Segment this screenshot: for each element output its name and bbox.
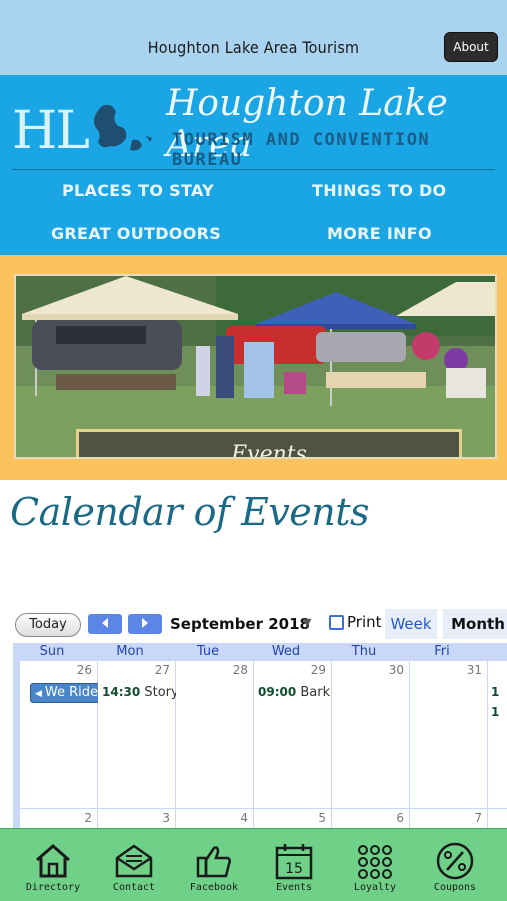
tab-facebook[interactable]: Facebook xyxy=(172,829,256,901)
next-month-button[interactable] xyxy=(128,614,162,634)
month-grid: 26 ◀ We Ride 27 14:30 Story 28 29 09:00 B… xyxy=(13,660,507,828)
events-photo: Events xyxy=(14,274,497,459)
nav-great-outdoors[interactable]: GREAT OUTDOORS xyxy=(51,224,221,243)
tab-label: Loyalty xyxy=(353,882,397,893)
tab-week[interactable]: Week xyxy=(385,609,437,639)
event-time: 1 xyxy=(491,705,500,719)
tab-coupons[interactable]: Coupons xyxy=(413,829,497,901)
prev-month-button[interactable] xyxy=(88,614,122,634)
date-number: 4 xyxy=(240,811,248,825)
event-title: Bark i xyxy=(300,685,331,700)
date-number: 3 xyxy=(162,811,170,825)
event-title: We Ride xyxy=(44,685,99,700)
event-entry-bark[interactable]: 09:00 Bark i xyxy=(258,685,331,700)
dots-grid-icon xyxy=(358,845,392,879)
day-header: Fri xyxy=(434,644,450,659)
tab-label: Contact xyxy=(112,882,156,893)
event-entry-partial[interactable]: 1 xyxy=(491,685,499,700)
day-header: Sun xyxy=(39,644,65,659)
calendar-day-number: 15 xyxy=(285,861,303,877)
calendar-icon: 15 xyxy=(275,844,313,880)
calendar-heading: Calendar of Events xyxy=(10,490,370,534)
day-header: Wed xyxy=(271,644,301,659)
nav-more-info[interactable]: MORE INFO xyxy=(327,224,432,243)
date-number: 29 xyxy=(310,663,326,677)
event-title: Story xyxy=(144,685,179,700)
chevron-left-icon xyxy=(102,618,108,628)
tab-month[interactable]: Month xyxy=(443,609,507,639)
event-chip-we-ride[interactable]: ◀ We Ride xyxy=(30,683,104,703)
logo-subtitle: TOURISM AND CONVENTION BUREAU xyxy=(172,130,431,170)
tab-events[interactable]: 15 Events xyxy=(252,829,336,901)
print-label: Print xyxy=(347,613,382,631)
day-header: Thu xyxy=(351,644,377,659)
day-cell-partial[interactable]: 1 1 xyxy=(488,661,507,808)
day-cell[interactable]: 30 xyxy=(332,661,409,808)
date-number: 5 xyxy=(318,811,326,825)
envelope-icon xyxy=(115,844,153,878)
date-number: 30 xyxy=(388,663,404,677)
events-banner[interactable]: Events xyxy=(0,255,507,480)
day-cell[interactable]: 28 xyxy=(176,661,253,808)
day-cell[interactable]: 4 xyxy=(176,809,253,828)
nav-places-to-stay[interactable]: PLACES TO STAY xyxy=(62,181,214,200)
tab-label: Facebook xyxy=(189,882,239,893)
events-label: Events xyxy=(76,429,462,457)
month-dropdown-icon[interactable]: ▼ xyxy=(303,616,311,629)
logo-initials: HL xyxy=(12,101,90,161)
percent-icon xyxy=(436,842,474,880)
date-number: 6 xyxy=(396,811,404,825)
day-cell-partial[interactable] xyxy=(488,809,507,828)
header-divider xyxy=(12,169,495,170)
header-banner: HL Houghton Lake Area TOURISM AND CONVEN… xyxy=(0,75,507,255)
day-header-row: Sun Mon Tue Wed Thu Fri xyxy=(13,643,507,660)
nav-things-to-do[interactable]: THINGS TO DO xyxy=(312,181,446,200)
home-icon xyxy=(36,844,70,878)
day-header: Mon xyxy=(116,644,144,659)
calendar-widget: Today September 2018 ▼ Print Week Month … xyxy=(0,600,507,828)
bottom-tab-bar: Directory Contact Facebook 15 Events Loy… xyxy=(0,828,507,901)
date-number: 28 xyxy=(232,663,248,677)
printer-icon xyxy=(329,615,344,630)
tab-contact[interactable]: Contact xyxy=(92,829,176,901)
date-number: 26 xyxy=(76,663,92,677)
app-title: Houghton Lake Area Tourism xyxy=(147,38,360,57)
print-button[interactable]: Print xyxy=(329,613,382,631)
event-time: 09:00 xyxy=(258,685,297,699)
day-cell[interactable]: 3 xyxy=(98,809,175,828)
tab-label: Directory xyxy=(25,882,81,893)
event-time: 14:30 xyxy=(102,685,141,699)
current-month-label: September 2018 xyxy=(170,615,310,633)
caret-left-icon: ◀ xyxy=(35,689,42,699)
thumbs-up-icon xyxy=(196,846,232,878)
day-header: Tue xyxy=(196,644,220,659)
event-entry-story[interactable]: 14:30 Story xyxy=(102,685,179,700)
tab-label: Events xyxy=(275,882,313,893)
day-cell[interactable]: 6 xyxy=(332,809,409,828)
day-cell[interactable]: 5 xyxy=(254,809,331,828)
chevron-right-icon xyxy=(142,618,148,628)
date-number: 31 xyxy=(466,663,482,677)
about-button[interactable]: About xyxy=(444,32,498,62)
event-time: 1 xyxy=(491,685,500,699)
day-cell[interactable]: 26 ◀ We Ride xyxy=(20,661,104,808)
day-cell[interactable]: 31 xyxy=(410,661,487,808)
tab-loyalty[interactable]: Loyalty xyxy=(333,829,417,901)
day-cell[interactable]: 7 xyxy=(410,809,487,828)
day-cell[interactable]: 29 09:00 Bark i xyxy=(254,661,331,808)
top-navigation-bar: Houghton Lake Area Tourism About xyxy=(0,0,507,75)
date-number: 7 xyxy=(474,811,482,825)
today-button[interactable]: Today xyxy=(15,613,81,637)
event-entry-partial[interactable]: 1 xyxy=(491,705,499,720)
day-cell[interactable]: 2 xyxy=(20,809,97,828)
date-number: 27 xyxy=(154,663,170,677)
tab-directory[interactable]: Directory xyxy=(11,829,95,901)
day-cell[interactable]: 27 14:30 Story xyxy=(98,661,179,808)
tab-label: Coupons xyxy=(433,882,477,893)
lake-map-icon xyxy=(94,104,152,151)
date-number: 2 xyxy=(84,811,92,825)
